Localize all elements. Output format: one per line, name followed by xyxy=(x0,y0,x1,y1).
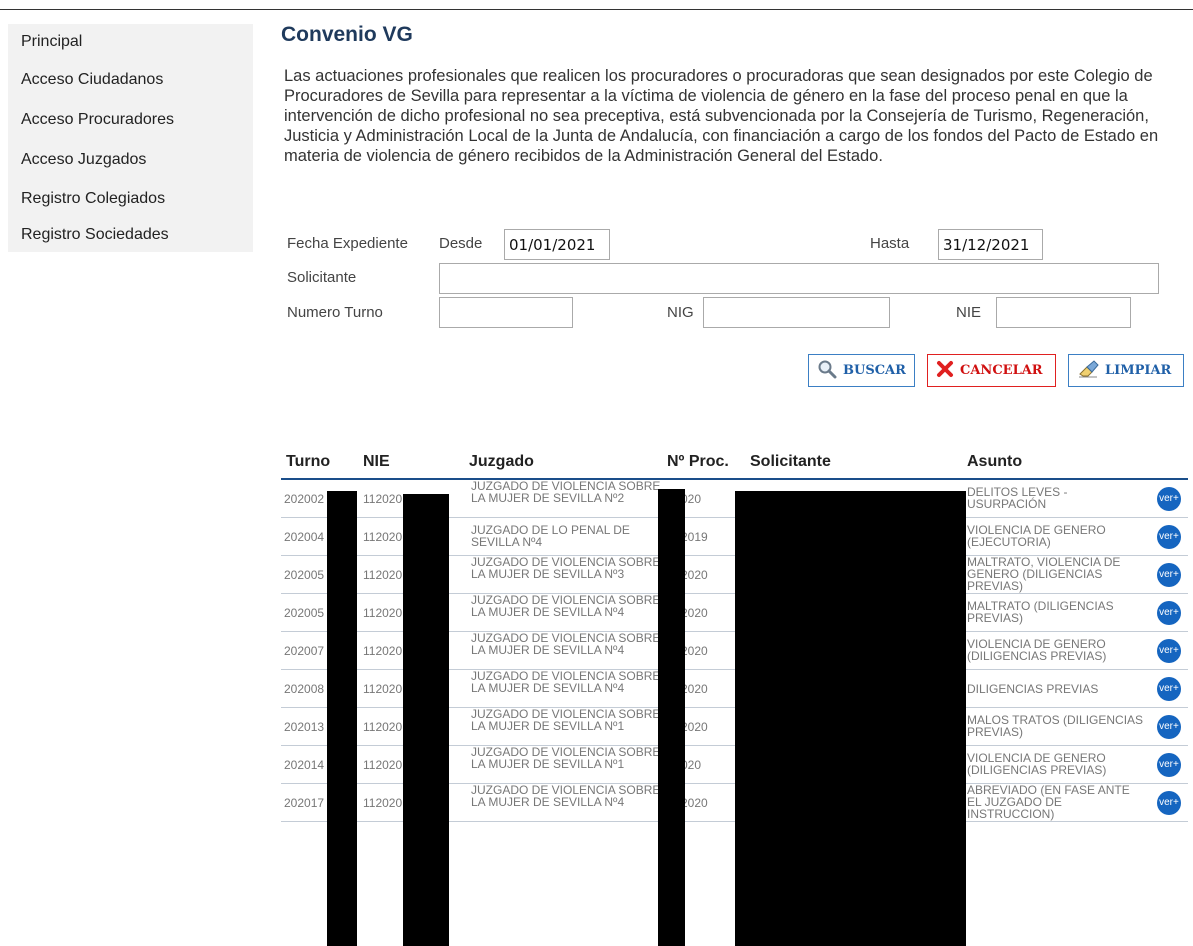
cell-asunto: VIOLENCIA DE GENERO (DILIGENCIAS PREVIAS… xyxy=(967,751,1107,777)
column-header-turno: Turno xyxy=(286,453,331,470)
cell-turno: 202004 xyxy=(284,530,325,544)
sidebar-item-registro-sociedades[interactable]: Registro Sociedades xyxy=(21,226,169,244)
cell-nie: 112020 xyxy=(363,606,403,620)
column-header-asunto: Asunto xyxy=(967,453,1023,470)
column-header-solicitante: Solicitante xyxy=(750,453,831,470)
cell-asunto: MALTRATO (DILIGENCIAS PREVIAS) xyxy=(967,599,1114,625)
cell-nie: 112020 xyxy=(363,492,403,506)
desde-label: Desde xyxy=(439,235,483,252)
redaction-bar-turno xyxy=(327,491,357,946)
cell-turno: 202007 xyxy=(284,644,325,658)
top-divider xyxy=(0,9,1193,10)
solicitante-label: Solicitante xyxy=(287,269,357,286)
column-header-nie: NIE xyxy=(363,453,390,470)
magnifier-icon xyxy=(817,359,837,383)
cell-juzgado: JUZGADO DE VIOLENCIA SOBRE LA MUJER DE S… xyxy=(471,745,661,771)
ver-plus-button[interactable]: ver+ xyxy=(1157,525,1181,549)
redaction-bar-nie xyxy=(403,494,449,946)
fecha-expediente-label: Fecha Expediente xyxy=(287,235,408,252)
cell-turno: 202005 xyxy=(284,606,325,620)
redaction-bar-solicitante xyxy=(735,491,966,946)
limpiar-button[interactable]: LIMPIAR xyxy=(1068,354,1184,387)
cell-asunto: DELITOS LEVES - USURPACIÓN xyxy=(967,485,1068,511)
cell-turno: 202008 xyxy=(284,682,325,696)
cell-asunto: ABREVIADO (EN FASE ANTE EL JUZGADO DE IN… xyxy=(967,783,1130,821)
cell-turno: 202014 xyxy=(284,758,325,772)
intro-paragraph: Las actuaciones profesionales que realic… xyxy=(284,67,1159,165)
ver-plus-button[interactable]: ver+ xyxy=(1157,715,1181,739)
ver-plus-button[interactable]: ver+ xyxy=(1157,487,1181,511)
cell-turno: 202005 xyxy=(284,568,325,582)
page-title: Convenio VG xyxy=(281,23,413,46)
x-icon xyxy=(936,360,954,382)
cell-juzgado: JUZGADO DE VIOLENCIA SOBRE LA MUJER DE S… xyxy=(471,669,661,695)
cell-nie: 112020 xyxy=(363,720,403,734)
ver-plus-button[interactable]: ver+ xyxy=(1157,791,1181,815)
cell-turno: 202013 xyxy=(284,720,325,734)
desde-date-input[interactable] xyxy=(504,229,610,260)
column-header-num-proc: Nº Proc. xyxy=(667,453,729,470)
sidebar-item-principal[interactable]: Principal xyxy=(21,33,82,51)
cell-nie: 112020 xyxy=(363,796,403,810)
redaction-bar-proc xyxy=(658,489,685,946)
cell-nie: 112020 xyxy=(363,758,403,772)
cell-turno: 202002 xyxy=(284,492,325,506)
eraser-icon xyxy=(1077,359,1099,383)
limpiar-label: LIMPIAR xyxy=(1105,363,1172,378)
ver-plus-button[interactable]: ver+ xyxy=(1157,753,1181,777)
cell-juzgado: JUZGADO DE LO PENAL DE SEVILLA Nº4 xyxy=(471,523,630,549)
cell-asunto: VIOLENCIA DE GENERO (EJECUTORIA) xyxy=(967,523,1106,549)
cancelar-button[interactable]: CANCELAR xyxy=(927,354,1056,387)
cell-juzgado: JUZGADO DE VIOLENCIA SOBRE LA MUJER DE S… xyxy=(471,555,661,581)
cell-asunto: DILIGENCIAS PREVIAS xyxy=(967,682,1099,696)
hasta-date-input[interactable] xyxy=(938,229,1043,260)
nie-input[interactable] xyxy=(996,297,1131,328)
sidebar: Principal Acceso Ciudadanos Acceso Procu… xyxy=(8,24,253,252)
buscar-label: BUSCAR xyxy=(843,363,906,378)
ver-plus-button[interactable]: ver+ xyxy=(1157,639,1181,663)
cell-juzgado: JUZGADO DE VIOLENCIA SOBRE LA MUJER DE S… xyxy=(471,631,661,657)
column-header-juzgado: Juzgado xyxy=(469,453,534,470)
nig-label: NIG xyxy=(667,304,694,321)
cell-asunto: MALTRATO, VIOLENCIA DE GENERO (DILIGENCI… xyxy=(967,555,1121,593)
cell-juzgado: JUZGADO DE VIOLENCIA SOBRE LA MUJER DE S… xyxy=(471,707,661,733)
cell-turno: 202017 xyxy=(284,796,325,810)
ver-plus-button[interactable]: ver+ xyxy=(1157,601,1181,625)
cell-juzgado: JUZGADO DE VIOLENCIA SOBRE LA MUJER DE S… xyxy=(471,479,661,505)
nig-input[interactable] xyxy=(703,297,890,328)
ver-plus-button[interactable]: ver+ xyxy=(1157,563,1181,587)
ver-plus-button[interactable]: ver+ xyxy=(1157,677,1181,701)
cell-nie: 112020 xyxy=(363,644,403,658)
sidebar-item-acceso-juzgados[interactable]: Acceso Juzgados xyxy=(21,151,146,169)
cell-nie: 112020 xyxy=(363,682,403,696)
cell-nie: 112020 xyxy=(363,530,403,544)
solicitante-input[interactable] xyxy=(439,263,1159,294)
cell-juzgado: JUZGADO DE VIOLENCIA SOBRE LA MUJER DE S… xyxy=(471,783,661,809)
numero-turno-label: Numero Turno xyxy=(287,304,383,321)
numero-turno-input[interactable] xyxy=(439,297,573,328)
cell-asunto: MALOS TRATOS (DILIGENCIAS PREVIAS) xyxy=(967,713,1144,739)
sidebar-item-registro-colegiados[interactable]: Registro Colegiados xyxy=(21,190,165,208)
sidebar-item-acceso-procuradores[interactable]: Acceso Procuradores xyxy=(21,111,174,129)
hasta-label: Hasta xyxy=(870,235,910,252)
nie-label: NIE xyxy=(956,304,982,321)
buscar-button[interactable]: BUSCAR xyxy=(808,354,915,387)
cell-nie: 112020 xyxy=(363,568,403,582)
cell-asunto: VIOLENCIA DE GENERO (DILIGENCIAS PREVIAS… xyxy=(967,637,1107,663)
cancelar-label: CANCELAR xyxy=(960,363,1043,378)
cell-juzgado: JUZGADO DE VIOLENCIA SOBRE LA MUJER DE S… xyxy=(471,593,661,619)
sidebar-item-acceso-ciudadanos[interactable]: Acceso Ciudadanos xyxy=(21,71,163,89)
